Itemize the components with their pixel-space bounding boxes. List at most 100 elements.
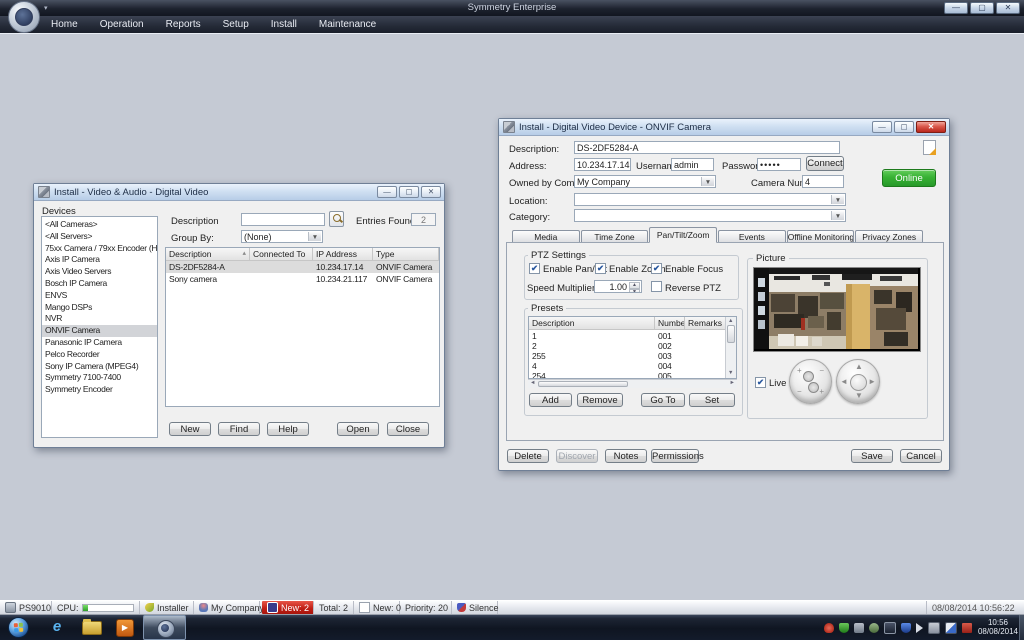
window-close-button[interactable]: ✕ bbox=[996, 2, 1020, 14]
description-filter-input[interactable] bbox=[241, 213, 325, 226]
menu-setup[interactable]: Setup bbox=[212, 16, 260, 33]
table-row[interactable]: DS-2DF5284-A 10.234.17.14 ONVIF Camera bbox=[166, 261, 439, 273]
notes-page-icon[interactable] bbox=[923, 140, 936, 155]
owned-by-company-dropdown[interactable]: My Company ▼ bbox=[574, 175, 716, 188]
enable-focus-checkbox[interactable]: ✔ bbox=[651, 263, 662, 274]
tray-remote-icon[interactable] bbox=[928, 622, 940, 634]
taskbar-clock[interactable]: 10:56 08/08/2014 bbox=[978, 618, 1018, 636]
zoom-in-icon[interactable]: + bbox=[797, 367, 802, 375]
device-type-item[interactable]: Symmetry Encoder bbox=[42, 384, 157, 396]
dialog-minimize-button[interactable]: — bbox=[377, 186, 397, 198]
device-type-item[interactable]: Axis IP Camera bbox=[42, 254, 157, 266]
device-type-item[interactable]: <All Servers> bbox=[42, 231, 157, 243]
dialog-close-button[interactable]: ✕ bbox=[421, 186, 441, 198]
device-type-item[interactable]: NVR bbox=[42, 313, 157, 325]
device-type-item[interactable]: Symmetry 7100-7400 bbox=[42, 372, 157, 384]
device-type-item[interactable]: Sony IP Camera (MPEG4) bbox=[42, 361, 157, 373]
start-button[interactable] bbox=[8, 617, 29, 638]
installer-segment[interactable]: Installer bbox=[140, 601, 194, 614]
password-input[interactable]: ••••• bbox=[757, 158, 801, 171]
internet-explorer-icon[interactable]: e bbox=[48, 618, 66, 636]
tray-security-shield-icon[interactable] bbox=[901, 623, 911, 633]
permissions-button[interactable]: Permissions bbox=[651, 449, 699, 463]
preset-add-button[interactable]: Add bbox=[529, 393, 572, 407]
tray-antivirus-icon[interactable] bbox=[839, 623, 849, 633]
tab-pan-tilt-zoom[interactable]: Pan/Tilt/Zoom bbox=[649, 227, 717, 243]
menu-install[interactable]: Install bbox=[260, 16, 308, 33]
chevron-down-icon[interactable]: ▼ bbox=[308, 232, 321, 241]
presets-header-number[interactable]: Number bbox=[655, 317, 685, 330]
preset-remove-button[interactable]: Remove bbox=[577, 393, 623, 407]
close-button[interactable]: Close bbox=[387, 422, 429, 436]
device-type-item[interactable]: 75xx Camera / 79xx Encoder (HD) bbox=[42, 243, 157, 255]
arrow-down-icon[interactable]: ▼ bbox=[855, 392, 863, 400]
device-type-item[interactable]: Pelco Recorder bbox=[42, 349, 157, 361]
description-input[interactable]: DS-2DF5284-A bbox=[574, 141, 840, 154]
symmetry-taskbar-button[interactable] bbox=[143, 615, 186, 640]
device-type-item[interactable]: ENVS bbox=[42, 290, 157, 302]
zoom-focus-pad[interactable]: + − − + bbox=[789, 359, 832, 404]
address-input[interactable]: 10.234.17.14 bbox=[574, 158, 631, 171]
device-type-item[interactable]: Axis Video Servers bbox=[42, 266, 157, 278]
column-header-connected-to[interactable]: Connected To bbox=[250, 248, 313, 261]
connect-button[interactable]: Connect bbox=[806, 156, 844, 171]
table-row[interactable]: Sony camera 10.234.21.117 ONVIF Camera bbox=[166, 273, 439, 285]
menu-maintenance[interactable]: Maintenance bbox=[308, 16, 387, 33]
presets-header-remarks[interactable]: Remarks bbox=[685, 317, 726, 330]
tray-vm-icon[interactable] bbox=[869, 623, 879, 633]
presets-header-description[interactable]: Description bbox=[529, 317, 655, 330]
preset-set-button[interactable]: Set bbox=[689, 393, 735, 407]
tray-volume-icon[interactable] bbox=[916, 623, 923, 633]
location-dropdown[interactable]: ▼ bbox=[574, 193, 846, 206]
focus-in-icon[interactable]: + bbox=[819, 388, 824, 396]
pan-tilt-pad[interactable]: ▲ ▼ ◄ ► bbox=[836, 359, 880, 404]
zoom-out-icon[interactable]: − bbox=[819, 367, 824, 375]
speed-multiplier-input[interactable]: 1.00 ▲▼ bbox=[594, 280, 642, 293]
spinner-buttons[interactable]: ▲▼ bbox=[629, 282, 640, 291]
column-header-type[interactable]: Type bbox=[373, 248, 439, 261]
column-header-description[interactable]: Description▴ bbox=[166, 248, 250, 261]
tray-error-icon[interactable] bbox=[962, 623, 972, 633]
device-type-item[interactable]: Panasonic IP Camera bbox=[42, 337, 157, 349]
open-button[interactable]: Open bbox=[337, 422, 379, 436]
pad-center-button[interactable] bbox=[850, 374, 867, 391]
tray-network-icon[interactable] bbox=[945, 622, 957, 634]
notes-button[interactable]: Notes bbox=[605, 449, 647, 463]
live-checkbox[interactable]: ✔ bbox=[755, 377, 766, 388]
window-maximize-button[interactable]: ▢ bbox=[970, 2, 994, 14]
focus-out-icon[interactable]: − bbox=[797, 388, 802, 396]
arrow-left-icon[interactable]: ◄ bbox=[840, 378, 848, 386]
symmetry-logo-icon[interactable] bbox=[8, 1, 40, 33]
chevron-down-icon[interactable]: ▼ bbox=[831, 211, 844, 220]
cancel-button[interactable]: Cancel bbox=[900, 449, 942, 463]
dialog-maximize-button[interactable]: ▢ bbox=[894, 121, 914, 133]
username-input[interactable]: admin bbox=[671, 158, 714, 171]
media-player-icon[interactable]: ▶ bbox=[116, 619, 134, 637]
window-minimize-button[interactable]: — bbox=[944, 2, 968, 14]
silence-segment[interactable]: Silence bbox=[452, 601, 498, 614]
camera-number-input[interactable]: 4 bbox=[802, 175, 844, 188]
menu-reports[interactable]: Reports bbox=[155, 16, 212, 33]
dialog-close-button[interactable]: ✕ bbox=[916, 121, 946, 133]
device-type-item[interactable]: <All Cameras> bbox=[42, 219, 157, 231]
chevron-down-icon[interactable]: ▼ bbox=[831, 195, 844, 204]
dialog-minimize-button[interactable]: — bbox=[872, 121, 892, 133]
save-button[interactable]: Save bbox=[851, 449, 893, 463]
column-header-ip-address[interactable]: IP Address bbox=[313, 248, 373, 261]
show-desktop-button[interactable] bbox=[1019, 615, 1024, 640]
menu-operation[interactable]: Operation bbox=[89, 16, 155, 33]
file-explorer-icon[interactable] bbox=[82, 621, 102, 635]
category-dropdown[interactable]: ▼ bbox=[574, 209, 846, 222]
arrow-up-icon[interactable]: ▲ bbox=[855, 363, 863, 371]
tray-display-icon[interactable] bbox=[884, 622, 896, 634]
preset-goto-button[interactable]: Go To bbox=[641, 393, 685, 407]
device-type-item[interactable]: Mango DSPs bbox=[42, 302, 157, 314]
online-status-button[interactable]: Online bbox=[882, 169, 936, 187]
new-button[interactable]: New bbox=[169, 422, 211, 436]
tray-settings-icon[interactable] bbox=[854, 623, 864, 633]
company-segment[interactable]: My Company bbox=[194, 601, 260, 614]
dialog-maximize-button[interactable]: ▢ bbox=[399, 186, 419, 198]
device-type-item[interactable]: Bosch IP Camera bbox=[42, 278, 157, 290]
device-type-item-selected[interactable]: ONVIF Camera bbox=[42, 325, 157, 337]
menu-home[interactable]: Home bbox=[40, 16, 89, 33]
